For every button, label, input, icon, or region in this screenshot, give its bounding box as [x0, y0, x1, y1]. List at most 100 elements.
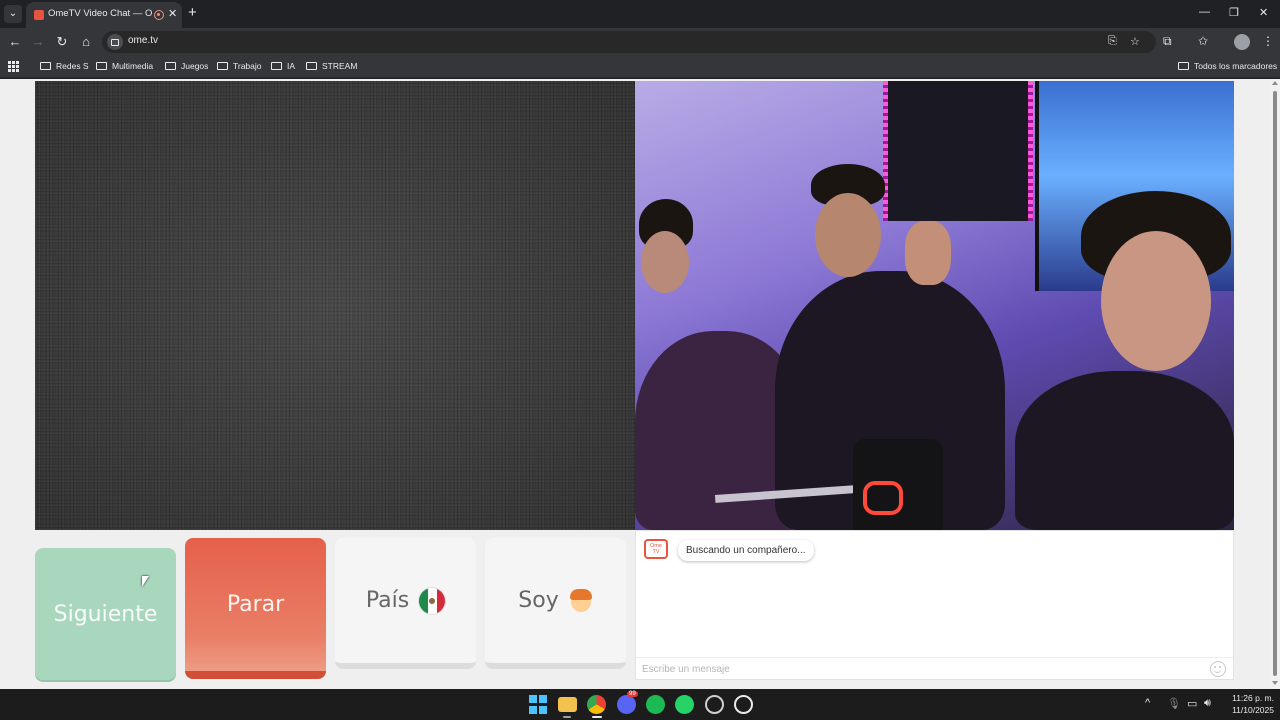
chat-status-message: Buscando un compañero...	[678, 540, 814, 561]
ometv-page: Siguiente Parar País Soy Ome TV Buscando…	[0, 79, 1280, 689]
back-button[interactable]: ←	[6, 33, 24, 51]
person-right	[1015, 371, 1234, 530]
country-button-label: País	[365, 588, 410, 613]
active-indicator	[592, 716, 602, 718]
bookmark-label: Todos los marcadores	[1194, 61, 1278, 71]
scroll-up-arrow-icon[interactable]	[1272, 81, 1278, 85]
folder-icon	[306, 62, 317, 70]
bookmarks-manager-icon[interactable]: ✩	[1198, 34, 1208, 48]
scroll-down-arrow-icon[interactable]	[1272, 681, 1278, 685]
next-button-label: Siguiente	[53, 601, 158, 627]
bookmark-folder-redes[interactable]: Redes S	[40, 61, 89, 71]
wall-panel	[883, 81, 1033, 221]
chat-panel: Ome TV Buscando un compañero...	[635, 530, 1234, 680]
extensions-icon[interactable]: ⧉	[1163, 34, 1172, 49]
bookmark-label: Trabajo	[233, 61, 262, 71]
windows-taskbar: 99 ^ 🎙︎ ▭ 🔊︎ 11:26 p. m. 11/10/2025	[0, 689, 1280, 720]
chat-message-input[interactable]	[642, 661, 1202, 677]
forward-button[interactable]: →	[29, 33, 47, 51]
display-icon[interactable]: ▭	[1187, 697, 1197, 710]
spotify-icon[interactable]	[646, 695, 665, 714]
mexico-flag-icon	[419, 587, 446, 614]
person-right-head	[1101, 231, 1211, 371]
tray-overflow-icon[interactable]: ^	[1145, 697, 1150, 709]
home-button[interactable]: ⌂	[77, 33, 95, 51]
folder-icon	[96, 62, 107, 70]
local-camera-video	[35, 81, 635, 530]
new-tab-button[interactable]: +	[188, 5, 197, 21]
windows-start-icon[interactable]	[529, 695, 548, 714]
tab-title: OmeTV Video Chat — Ome	[48, 8, 152, 19]
person-middle-hand	[905, 221, 951, 285]
ometv-logo-icon: Ome TV	[644, 539, 668, 559]
led-strip	[1028, 81, 1033, 221]
mouse-cursor	[142, 576, 149, 587]
discord-badge: 99	[627, 691, 638, 697]
chrome-icon[interactable]	[587, 695, 606, 714]
tab-search-button[interactable]: ⌄	[4, 5, 22, 23]
folder-icon	[217, 62, 228, 70]
site-info-icon[interactable]	[107, 34, 123, 50]
boy-avatar-icon	[569, 588, 593, 614]
bookmark-folder-trabajo[interactable]: Trabajo	[217, 61, 262, 71]
ometv-favicon-icon	[34, 10, 44, 20]
url-text: ome.tv	[128, 35, 159, 46]
bookmarks-bar: Redes S Multimedia Juegos Trabajo IA STR…	[0, 56, 1280, 78]
folder-icon	[40, 62, 51, 70]
folder-icon	[1178, 62, 1189, 70]
clock-date: 11/10/2025	[1232, 705, 1274, 715]
close-tab-icon[interactable]: ✕	[168, 7, 177, 20]
volume-icon[interactable]: 🔊︎	[1204, 697, 1211, 710]
bookmark-label: IA	[287, 61, 296, 71]
tab-strip: ⌄ OmeTV Video Chat — Ome ✕ + — ❐ ✕	[0, 0, 1280, 28]
restore-button[interactable]: ❐	[1229, 6, 1239, 19]
microphone-icon[interactable]: 🎙︎	[1167, 697, 1181, 710]
page-scrollbar[interactable]	[1270, 79, 1280, 689]
next-button[interactable]: Siguiente	[35, 548, 176, 680]
microphone-light	[863, 481, 903, 515]
all-bookmarks-folder[interactable]: Todos los marcadores	[1178, 61, 1277, 71]
scrollbar-thumb[interactable]	[1273, 91, 1277, 676]
app-icon[interactable]	[705, 695, 724, 714]
profile-avatar[interactable]	[1234, 34, 1250, 50]
chat-input-bar	[636, 657, 1233, 679]
discord-icon[interactable]	[617, 695, 636, 714]
file-explorer-icon[interactable]	[558, 697, 577, 712]
active-indicator	[563, 716, 571, 718]
person-left-head	[641, 231, 689, 293]
address-bar[interactable]: ome.tv ⎘ ☆	[102, 31, 1156, 53]
logo-text: Ome TV	[650, 543, 662, 555]
minimize-button[interactable]: —	[1199, 6, 1210, 18]
led-strip	[883, 81, 888, 221]
bookmark-folder-multimedia[interactable]: Multimedia	[96, 61, 153, 71]
emoji-icon[interactable]	[1210, 661, 1226, 677]
menu-kebab-icon[interactable]: ⋮	[1262, 34, 1274, 48]
whatsapp-icon[interactable]	[675, 695, 694, 714]
bookmark-folder-stream[interactable]: STREAM	[306, 61, 357, 71]
tab-ometv[interactable]: OmeTV Video Chat — Ome ✕	[26, 2, 182, 28]
apps-grid-icon[interactable]	[8, 61, 19, 72]
stop-button-label: Parar	[226, 592, 285, 617]
bookmark-label: STREAM	[322, 61, 358, 71]
recording-indicator-icon	[154, 10, 164, 20]
folder-icon	[165, 62, 176, 70]
bookmark-folder-juegos[interactable]: Juegos	[165, 61, 208, 71]
person-middle-head	[815, 193, 881, 277]
gender-button-label: Soy	[518, 588, 559, 613]
stop-button[interactable]: Parar	[185, 538, 326, 679]
bookmark-folder-ia[interactable]: IA	[271, 61, 295, 71]
bookmark-label: Redes S	[56, 61, 89, 71]
bookmark-label: Multimedia	[112, 61, 154, 71]
gender-button[interactable]: Soy	[485, 538, 626, 669]
close-window-button[interactable]: ✕	[1259, 6, 1268, 19]
bookmark-label: Juegos	[181, 61, 209, 71]
install-app-icon[interactable]: ⎘	[1108, 35, 1117, 48]
folder-icon	[271, 62, 282, 70]
partner-video	[635, 81, 1234, 530]
system-clock[interactable]: 11:26 p. m. 11/10/2025	[1218, 692, 1274, 716]
country-button[interactable]: País	[335, 538, 476, 669]
clock-time: 11:26 p. m.	[1232, 693, 1274, 703]
bookmark-star-icon[interactable]: ☆	[1130, 35, 1140, 48]
obs-icon[interactable]	[734, 695, 753, 714]
reload-button[interactable]: ↻	[53, 33, 71, 51]
